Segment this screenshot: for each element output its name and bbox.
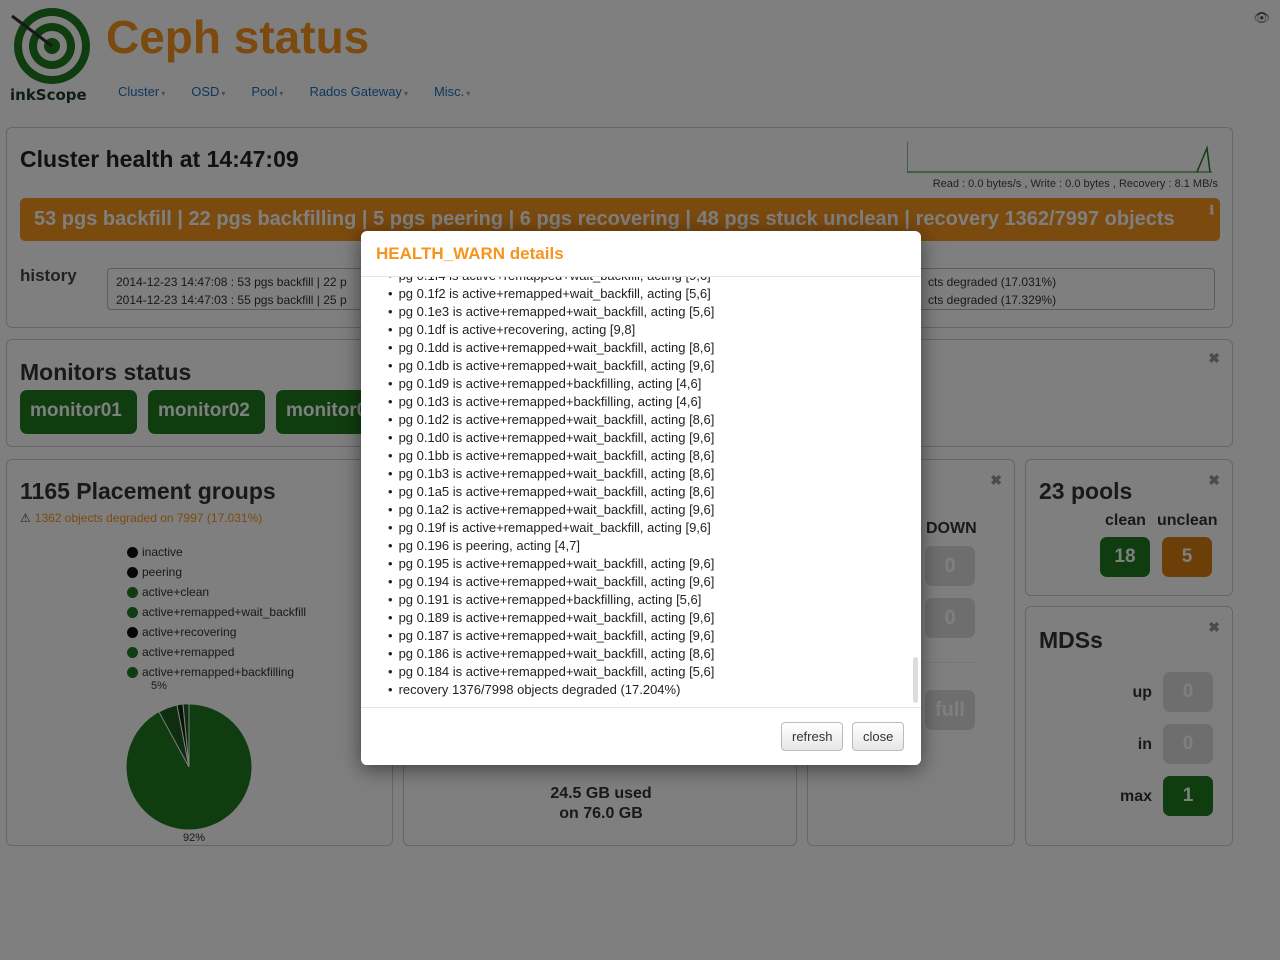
health-detail-item: pg 0.1d0 is active+remapped+wait_backfil…: [388, 429, 715, 447]
health-detail-item: pg 0.1df is active+recovering, acting [9…: [388, 321, 714, 339]
health-detail-list: pg 0.1f4 is active+remapped+wait_backfil…: [388, 277, 715, 699]
modal-header: HEALTH_WARN details: [361, 231, 921, 277]
health-detail-item: pg 0.189 is active+remapped+wait_backfil…: [388, 609, 715, 627]
health-detail-item: pg 0.1b3 is active+remapped+wait_backfil…: [388, 465, 715, 483]
health-detail-item: pg 0.19f is active+remapped+wait_backfil…: [388, 519, 714, 537]
health-detail-item: pg 0.191 is active+remapped+backfilling,…: [388, 591, 714, 609]
health-detail-item: recovery 1376/7998 objects degraded (17.…: [388, 681, 714, 699]
health-detail-item: pg 0.1db is active+remapped+wait_backfil…: [388, 357, 715, 375]
health-detail-item: pg 0.1d9 is active+remapped+backfilling,…: [388, 375, 714, 393]
health-detail-item: pg 0.1a5 is active+remapped+wait_backfil…: [388, 483, 715, 501]
close-button[interactable]: close: [852, 722, 905, 751]
health-detail-item: pg 0.196 is peering, acting [4,7]: [388, 537, 714, 555]
modal-title: HEALTH_WARN details: [376, 244, 564, 263]
health-detail-item: pg 0.1d2 is active+remapped+wait_backfil…: [388, 411, 715, 429]
health-detail-item: pg 0.1d3 is active+remapped+backfilling,…: [388, 393, 714, 411]
scrollbar-thumb[interactable]: [913, 657, 918, 703]
modal-body[interactable]: pg 0.1f4 is active+remapped+wait_backfil…: [361, 277, 921, 707]
health-detail-item: pg 0.1bb is active+remapped+wait_backfil…: [388, 447, 715, 465]
refresh-button[interactable]: refresh: [781, 722, 844, 751]
health-detail-item: pg 0.186 is active+remapped+wait_backfil…: [388, 645, 715, 663]
health-detail-item: pg 0.1dd is active+remapped+wait_backfil…: [388, 339, 715, 357]
health-warn-details-modal: HEALTH_WARN details pg 0.1f4 is active+r…: [361, 231, 921, 765]
health-detail-item: pg 0.184 is active+remapped+wait_backfil…: [388, 663, 715, 681]
health-detail-item: pg 0.194 is active+remapped+wait_backfil…: [388, 573, 715, 591]
health-detail-item: pg 0.187 is active+remapped+wait_backfil…: [388, 627, 715, 645]
health-detail-item: pg 0.1f2 is active+remapped+wait_backfil…: [388, 285, 714, 303]
health-detail-item: pg 0.1e3 is active+remapped+wait_backfil…: [388, 303, 715, 321]
modal-footer: refresh close: [361, 707, 921, 765]
health-detail-item: pg 0.1f4 is active+remapped+wait_backfil…: [388, 277, 714, 285]
health-detail-item: pg 0.1a2 is active+remapped+wait_backfil…: [388, 501, 715, 519]
health-detail-item: pg 0.195 is active+remapped+wait_backfil…: [388, 555, 715, 573]
